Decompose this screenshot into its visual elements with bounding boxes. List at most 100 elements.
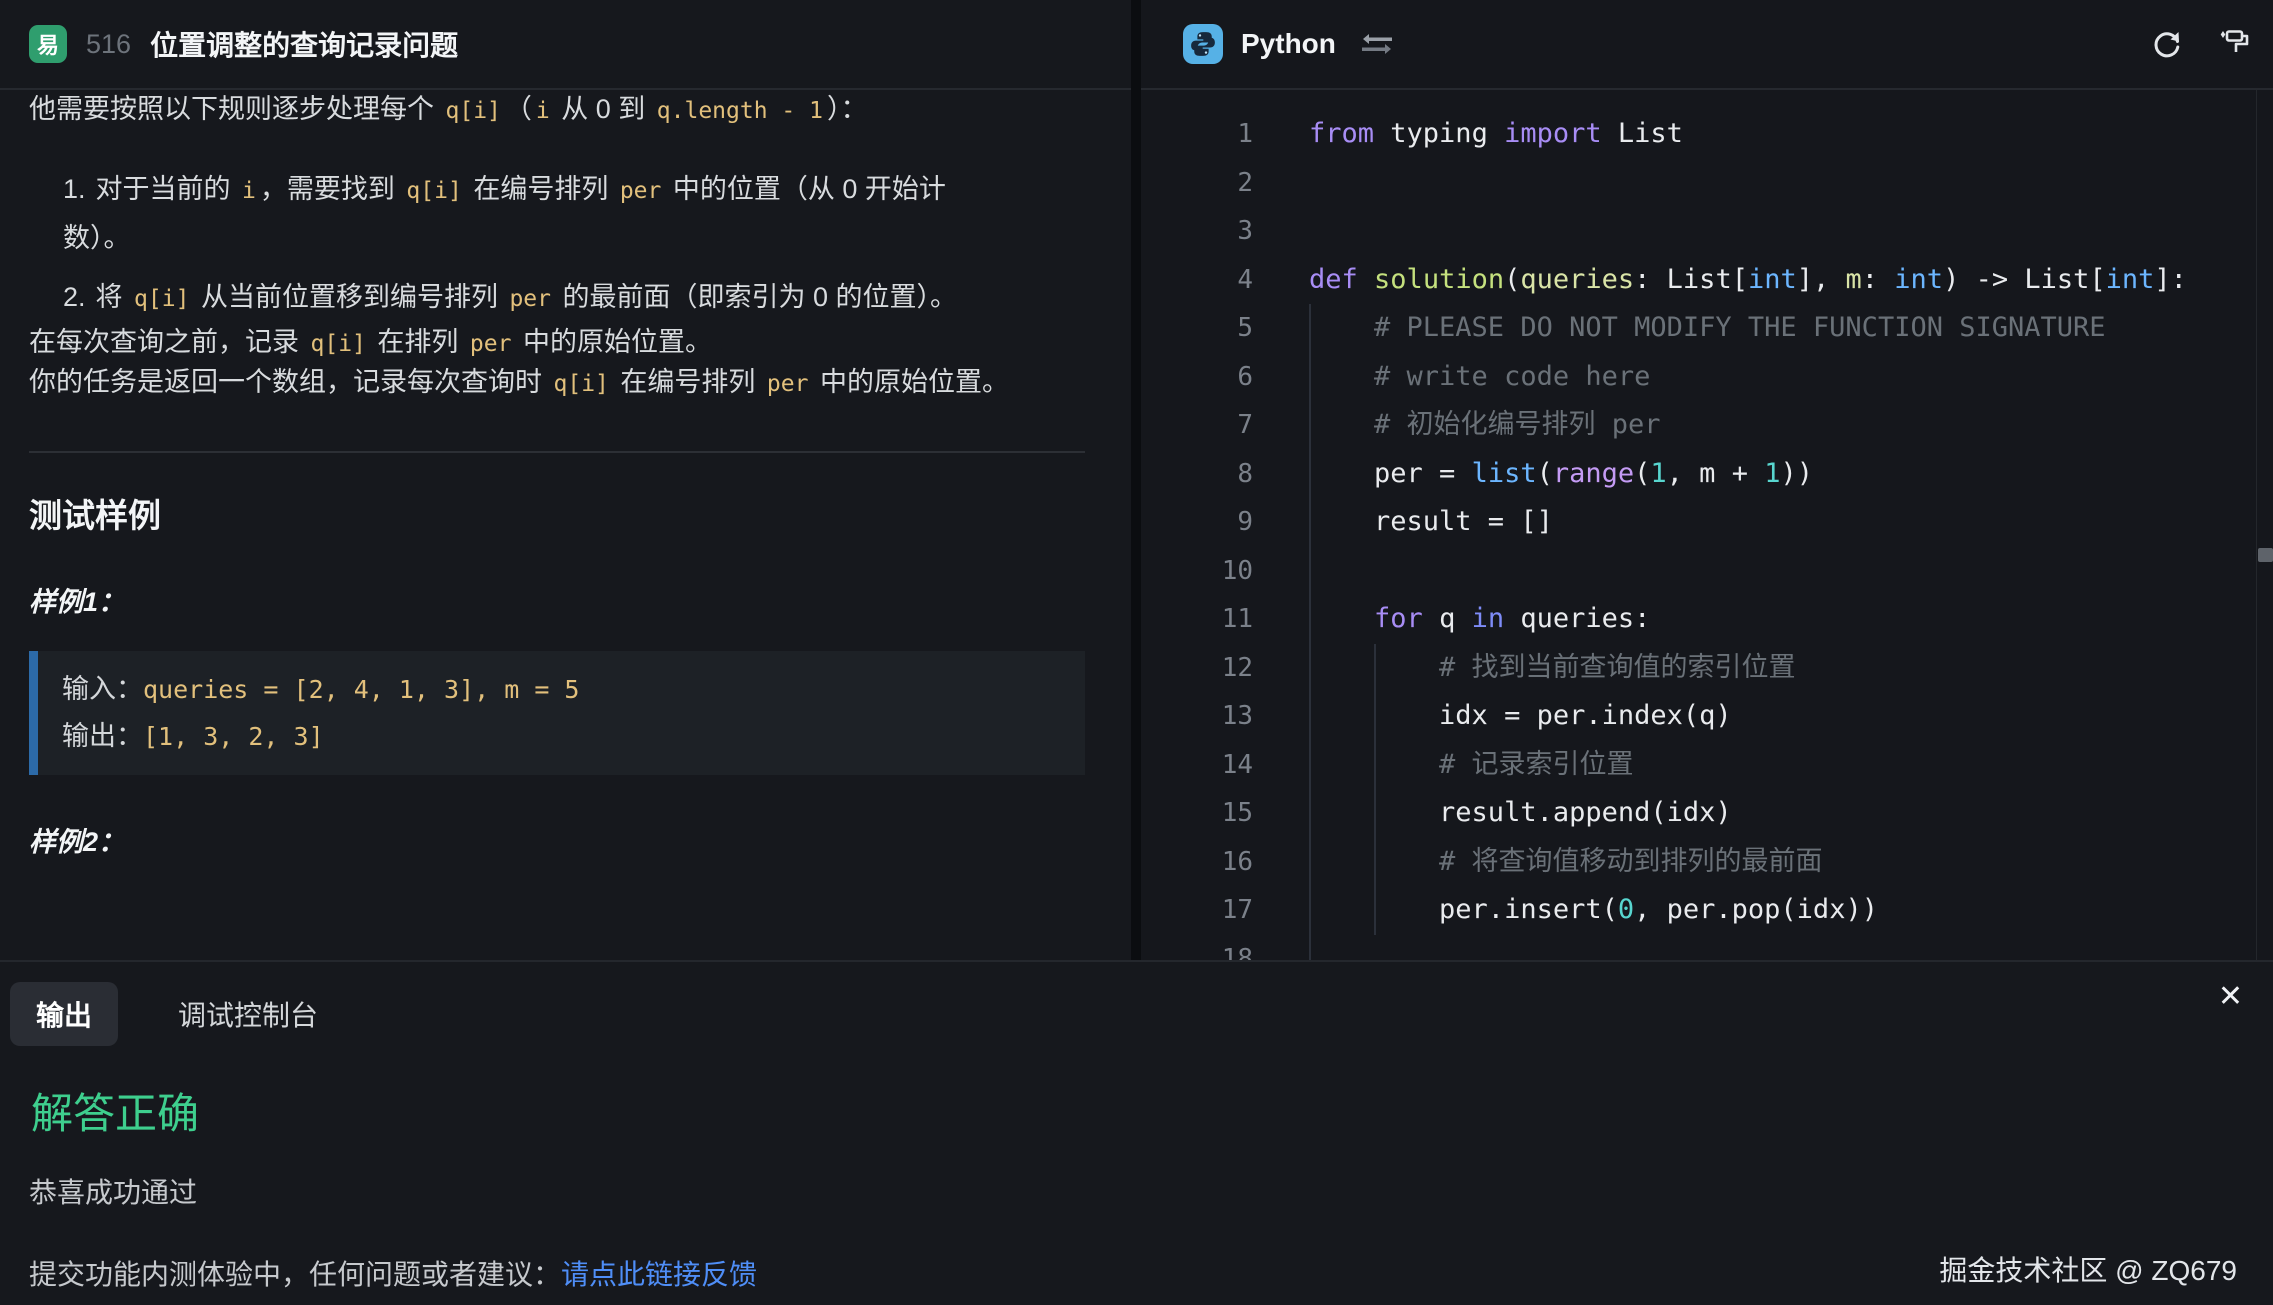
indent-guide [1309, 692, 1311, 741]
line-number: 17 [1141, 886, 1253, 935]
indent-guide [1309, 644, 1311, 693]
feedback-text: 提交功能内测体验中，任何问题或者建议： [29, 1259, 561, 1290]
watermark: 掘金技术社区 @ ZQ679 [1939, 1249, 2237, 1289]
code-text: per.insert(0, per.pop(idx)) [1253, 886, 1878, 935]
problem-title: 位置调整的查询记录问题 [150, 24, 458, 64]
code-editor[interactable]: 1from typing import List234def solution(… [1141, 90, 2273, 960]
tab-output[interactable]: 输出 [10, 982, 118, 1046]
line-number: 8 [1141, 450, 1253, 499]
code-text: per = list(range(1, m + 1)) [1253, 450, 1813, 499]
code-line: 3 [1141, 207, 2273, 256]
indent-guide [1374, 692, 1376, 741]
code-text [1253, 207, 1309, 256]
inline-code: q[i] [442, 98, 505, 124]
line-number: 11 [1141, 595, 1253, 644]
code-text [1253, 547, 1309, 596]
line-number: 18 [1141, 935, 1253, 961]
console-tabs: 输出调试控制台 [0, 962, 2273, 1046]
inline-code: q[i] [550, 371, 613, 397]
problem-paragraph: 他需要按照以下规则逐步处理每个 q[i]（i 从 0 到 q.length - … [29, 90, 1085, 130]
tab-debug-console[interactable]: 调试控制台 [152, 982, 344, 1046]
output-console: 输出调试控制台 解答正确 恭喜成功通过 提交功能内测体验中，任何问题或者建议：请… [0, 960, 2273, 1305]
inline-code: per [505, 286, 555, 312]
code-line: 18 [1141, 935, 2273, 961]
line-number: 4 [1141, 256, 1253, 305]
problem-description: 他需要按照以下规则逐步处理每个 q[i]（i 从 0 到 q.length - … [0, 90, 1131, 958]
code-line: 13 idx = per.index(q) [1141, 692, 2273, 741]
indent-guide [1309, 304, 1311, 353]
code-line: 4def solution(queries: List[int], m: int… [1141, 256, 2273, 305]
switch-language-icon[interactable] [1360, 31, 1394, 57]
code-line: 15 result.append(idx) [1141, 789, 2273, 838]
inline-code: q[i] [307, 331, 370, 357]
inline-code: i [238, 178, 260, 204]
problem-id: 516 [86, 29, 131, 60]
indent-guide [1309, 450, 1311, 499]
difficulty-badge: 易 [29, 25, 67, 63]
code-line: 2 [1141, 159, 2273, 208]
code-line: 5 # PLEASE DO NOT MODIFY THE FUNCTION SI… [1141, 304, 2273, 353]
reset-code-icon[interactable] [2150, 27, 2184, 61]
inline-code: q[i] [402, 178, 465, 204]
rule-item: 2.将 q[i] 从当前位置移到编号排列 per 的最前面（即索引为 0 的位置… [63, 274, 1023, 323]
indent-guide [1309, 741, 1311, 790]
indent-guide [1309, 886, 1311, 935]
code-line: 12 # 找到当前查询值的索引位置 [1141, 644, 2273, 693]
indent-guide [1309, 935, 1311, 961]
rules-list: 1.对于当前的 i，需要找到 q[i] 在编号排列 per 中的位置（从 0 开… [29, 166, 1085, 323]
code-text: from typing import List [1253, 110, 1683, 159]
inline-code: per [763, 371, 813, 397]
code-line: 6 # write code here [1141, 353, 2273, 402]
editor-scrollbar-thumb[interactable] [2258, 548, 2273, 562]
code-text: result.append(idx) [1253, 789, 1732, 838]
code-text: for q in queries: [1253, 595, 1650, 644]
code-line: 16 # 将查询值移动到排列的最前面 [1141, 838, 2273, 887]
line-number: 3 [1141, 207, 1253, 256]
line-number: 13 [1141, 692, 1253, 741]
code-line: 1from typing import List [1141, 110, 2273, 159]
line-number: 5 [1141, 304, 1253, 353]
result-message: 恭喜成功通过 [29, 1171, 2273, 1211]
panel-divider[interactable] [1131, 0, 1141, 960]
indent-guide [1309, 838, 1311, 887]
inline-code: q[i] [130, 286, 193, 312]
line-number: 1 [1141, 110, 1253, 159]
problem-paragraph: 在每次查询之前，记录 q[i] 在排列 per 中的原始位置。 [29, 323, 1085, 363]
line-number: 14 [1141, 741, 1253, 790]
indent-guide [1309, 401, 1311, 450]
code-text: result = [] [1253, 498, 1553, 547]
sample1-block: 输入：queries = [2, 4, 1, 3], m = 5 输出：[1, … [29, 651, 1085, 775]
sample2-label: 样例2： [29, 823, 1085, 861]
close-icon[interactable]: ✕ [2218, 982, 2243, 1012]
line-number: 12 [1141, 644, 1253, 693]
indent-guide [1309, 353, 1311, 402]
editor-header: Python [1141, 0, 2273, 90]
code-text: # 将查询值移动到排列的最前面 [1253, 838, 1823, 887]
format-code-icon[interactable] [2214, 27, 2250, 61]
indent-guide [1374, 789, 1376, 838]
code-line: 9 result = [] [1141, 498, 2273, 547]
editor-panel: Python 1from typing impo [1141, 0, 2273, 960]
line-number: 7 [1141, 401, 1253, 450]
indent-guide [1374, 644, 1376, 693]
indent-guide [1374, 741, 1376, 790]
problem-header: 易 516 位置调整的查询记录问题 [0, 0, 1131, 90]
indent-guide [1309, 789, 1311, 838]
input-label: 输入： [62, 674, 143, 704]
line-number: 15 [1141, 789, 1253, 838]
line-number: 16 [1141, 838, 1253, 887]
feedback-link[interactable]: 请点此链接反馈 [561, 1259, 757, 1290]
inline-code: q.length - 1 [653, 98, 827, 124]
indent-guide [1374, 886, 1376, 935]
feedback-row: 提交功能内测体验中，任何问题或者建议：请点此链接反馈 [29, 1253, 2273, 1293]
python-logo-icon [1183, 24, 1223, 64]
input-code: queries = [2, 4, 1, 3], m = 5 [143, 675, 580, 704]
code-text: # PLEASE DO NOT MODIFY THE FUNCTION SIGN… [1253, 304, 2106, 353]
language-label: Python [1241, 28, 1336, 60]
code-line: 17 per.insert(0, per.pop(idx)) [1141, 886, 2273, 935]
code-line: 8 per = list(range(1, m + 1)) [1141, 450, 2273, 499]
sample-input-line: 输入：queries = [2, 4, 1, 3], m = 5 [62, 666, 1061, 713]
inline-code: per [616, 178, 666, 204]
problem-panel: 易 516 位置调整的查询记录问题 他需要按照以下规则逐步处理每个 q[i]（i… [0, 0, 1131, 960]
indent-guide [1374, 838, 1376, 887]
